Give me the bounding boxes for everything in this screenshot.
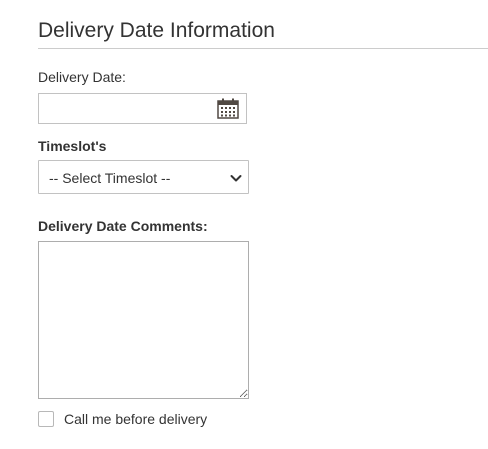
timeslot-select[interactable]: -- Select Timeslot --: [38, 160, 249, 194]
delivery-date-field: [38, 93, 247, 124]
timeslot-label: Timeslot's: [38, 138, 107, 154]
chevron-down-icon: [230, 171, 242, 183]
call-before-delivery-checkbox[interactable]: [38, 411, 54, 427]
section-divider: [38, 48, 488, 49]
section-title: Delivery Date Information: [38, 19, 275, 42]
call-before-delivery-label[interactable]: Call me before delivery: [64, 410, 207, 428]
delivery-date-input[interactable]: [39, 94, 215, 123]
comments-label: Delivery Date Comments:: [38, 218, 208, 234]
delivery-comments-textarea[interactable]: [38, 241, 249, 399]
delivery-date-label: Delivery Date:: [38, 69, 126, 85]
timeslot-selected-value: -- Select Timeslot --: [49, 170, 171, 186]
calendar-icon[interactable]: [217, 98, 239, 119]
